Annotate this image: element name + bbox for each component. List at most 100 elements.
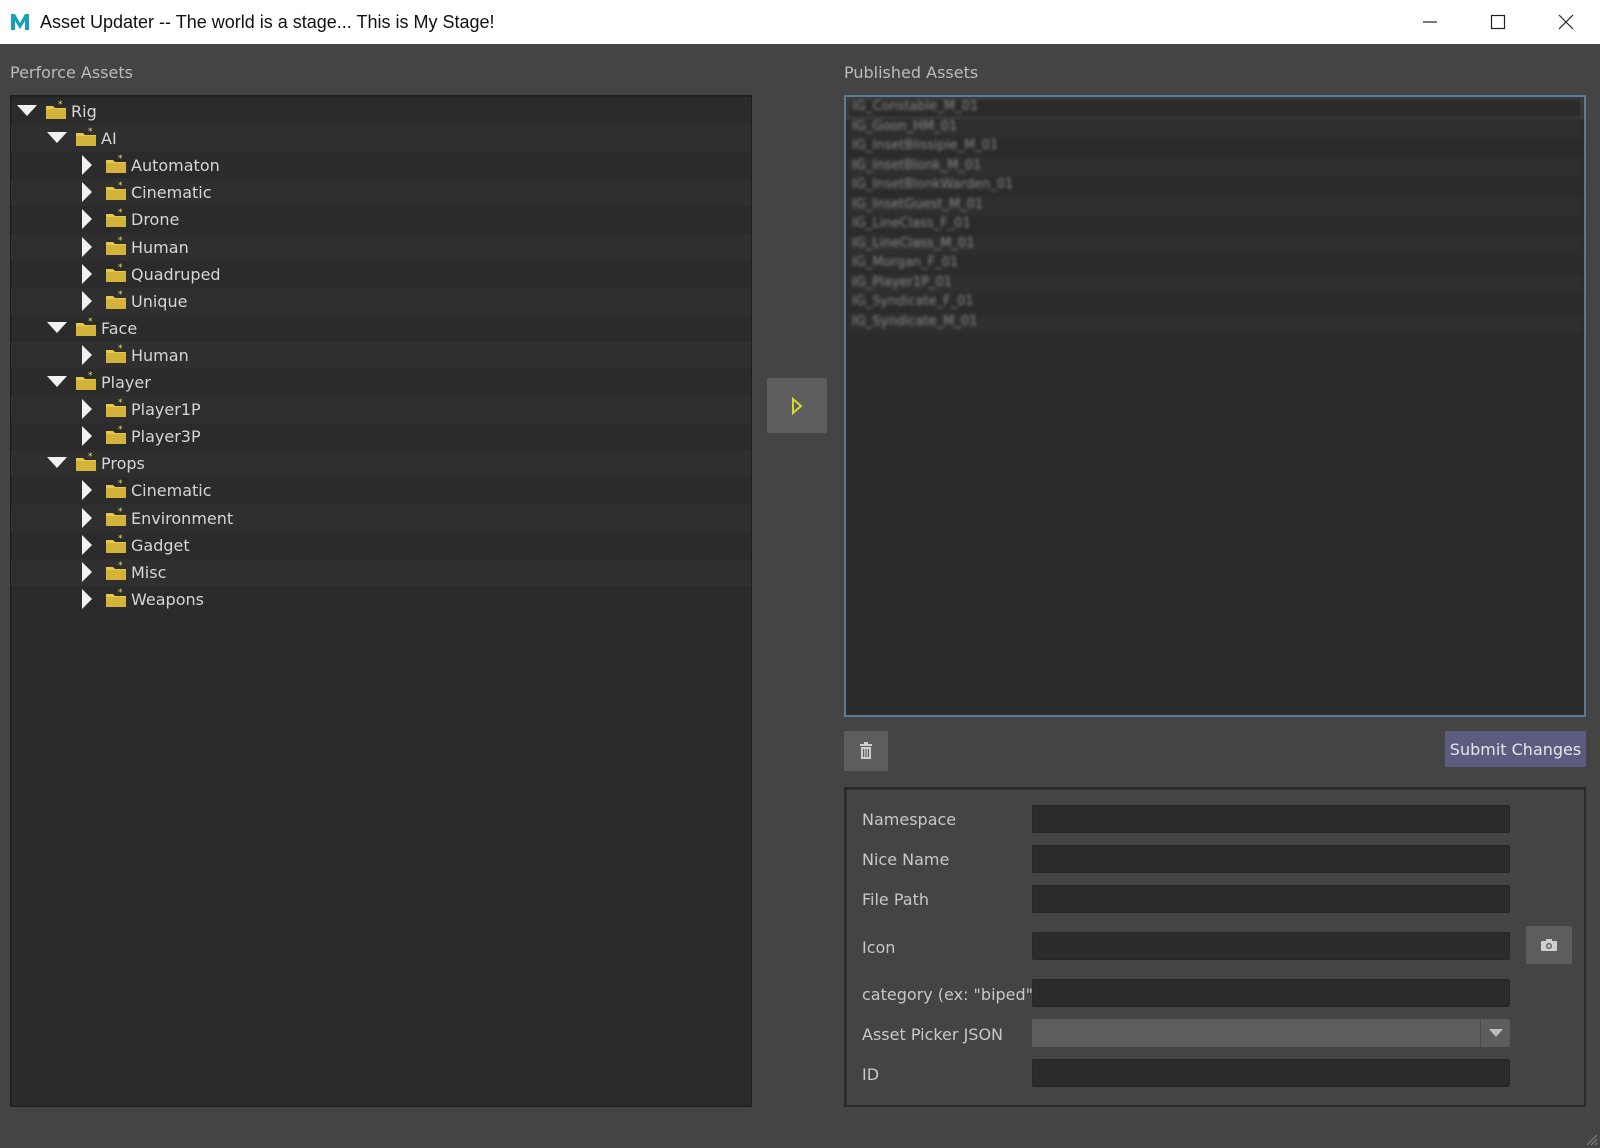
close-icon	[1558, 14, 1574, 30]
folder-icon: *	[75, 317, 97, 337]
tree-item-label: Unique	[131, 291, 188, 311]
category-input[interactable]	[1032, 979, 1510, 1007]
tree-item-label: Player	[101, 373, 151, 392]
tree-item[interactable]: * Cinematic	[11, 477, 751, 504]
published-asset-item[interactable]: IG_Goon_HM_01	[848, 118, 1582, 138]
tree-item-label: Rig	[71, 102, 97, 121]
tree-item-label: Props	[101, 454, 145, 474]
tree-item[interactable]: * Automaton	[11, 152, 751, 179]
maya-app-icon	[8, 10, 32, 34]
nice-name-label: Nice Name	[862, 850, 950, 869]
icon-label: Icon	[862, 938, 896, 957]
tree-item[interactable]: * Quadruped	[11, 261, 751, 288]
expanded-arrow-icon[interactable]	[47, 453, 67, 473]
tree-item-label: Human	[131, 345, 189, 365]
published-asset-item[interactable]: IG_Constable_M_01	[847, 98, 1583, 119]
collapsed-arrow-icon[interactable]	[77, 182, 97, 203]
collapsed-arrow-icon[interactable]	[77, 209, 97, 230]
id-input[interactable]	[1032, 1059, 1510, 1087]
collapsed-arrow-icon[interactable]	[77, 236, 97, 257]
svg-text:*: *	[118, 534, 123, 544]
collapsed-arrow-icon[interactable]	[77, 480, 97, 501]
expanded-arrow-icon[interactable]	[47, 318, 67, 338]
published-asset-item[interactable]: IG_LineClass_M_01	[848, 235, 1582, 255]
svg-text:*: *	[88, 452, 93, 462]
publish-arrow-button[interactable]	[767, 378, 827, 433]
tree-item[interactable]: * Player3P	[11, 423, 751, 450]
folder-icon: *	[105, 263, 127, 283]
tree-item[interactable]: * Rig	[11, 98, 751, 125]
tree-item[interactable]: * Misc	[11, 558, 751, 586]
collapsed-arrow-icon[interactable]	[77, 534, 97, 555]
tree-item[interactable]: * Drone	[11, 206, 751, 233]
collapsed-arrow-icon[interactable]	[77, 588, 97, 609]
published-asset-item[interactable]: IG_Syndicate_M_01	[848, 313, 1582, 333]
collapsed-arrow-icon[interactable]	[77, 290, 97, 311]
dropdown-arrow[interactable]	[1480, 1019, 1510, 1047]
tree-item-label: Gadget	[131, 535, 190, 555]
svg-text:*: *	[88, 371, 93, 381]
icon-browse-button[interactable]	[1526, 926, 1572, 964]
namespace-input[interactable]	[1032, 805, 1510, 833]
expanded-arrow-icon[interactable]	[17, 101, 37, 121]
expanded-arrow-icon[interactable]	[47, 128, 67, 148]
published-asset-item[interactable]: IG_InsetBlissipie_M_01	[848, 138, 1582, 157]
collapsed-arrow-icon[interactable]	[77, 561, 97, 582]
folder-icon: *	[45, 100, 67, 120]
tree-item[interactable]: * Human	[11, 341, 751, 369]
tree-item[interactable]: * Face	[11, 315, 751, 342]
tree-item[interactable]: * Cinematic	[11, 179, 751, 207]
perforce-tree[interactable]: * Rig * AI * Automaton * Cinematic * Drone * Human *…	[10, 95, 752, 1107]
tree-item[interactable]: * Weapons	[11, 586, 751, 613]
asset-picker-json-dropdown[interactable]	[1032, 1019, 1510, 1047]
file-path-input[interactable]	[1032, 885, 1510, 913]
icon-input[interactable]	[1032, 932, 1510, 960]
resize-grip-icon[interactable]	[1582, 1130, 1598, 1146]
svg-text:*: *	[118, 507, 123, 517]
svg-text:*: *	[88, 317, 93, 327]
tree-item[interactable]: * Player	[11, 369, 751, 396]
published-asset-item[interactable]: IG_Morgan_F_01	[848, 255, 1582, 274]
published-assets-list[interactable]: IG_Constable_M_01 IG_Goon_HM_01 IG_InsetBl…	[844, 95, 1586, 717]
trash-icon	[860, 742, 872, 759]
published-asset-item[interactable]: IG_Player1P_01	[848, 274, 1582, 294]
published-asset-item[interactable]: IG_Syndicate_F_01	[848, 294, 1582, 313]
svg-text:*: *	[118, 588, 123, 598]
collapsed-arrow-icon[interactable]	[77, 344, 97, 365]
published-asset-item[interactable]: IG_InsetBlonkWarden_01	[848, 177, 1582, 196]
folder-icon: *	[105, 344, 127, 364]
submit-changes-button[interactable]: Submit Changes	[1445, 731, 1586, 767]
tree-item[interactable]: * Human	[11, 233, 751, 261]
collapsed-arrow-icon[interactable]	[77, 507, 97, 528]
tree-item[interactable]: * Environment	[11, 504, 751, 532]
tree-item[interactable]: * Unique	[11, 287, 751, 315]
tree-item[interactable]: * Player1P	[11, 396, 751, 424]
maximize-icon	[1490, 14, 1506, 30]
close-button[interactable]	[1532, 0, 1600, 44]
tree-item[interactable]: * Gadget	[11, 532, 751, 559]
collapsed-arrow-icon[interactable]	[77, 399, 97, 420]
published-asset-item[interactable]: IG_InsetGuest_M_01	[848, 196, 1582, 216]
play-arrow-icon	[792, 396, 803, 415]
expanded-arrow-icon[interactable]	[47, 372, 67, 392]
folder-icon: *	[105, 290, 127, 310]
svg-text:*: *	[118, 263, 123, 273]
folder-icon: *	[105, 561, 127, 581]
minimize-button[interactable]	[1396, 0, 1464, 44]
folder-icon: *	[105, 208, 127, 228]
folder-icon: *	[105, 588, 127, 608]
svg-text:*: *	[118, 208, 123, 218]
published-asset-item[interactable]: IG_InsetBlonk_M_01	[848, 157, 1582, 177]
published-asset-item[interactable]: IG_LineClass_F_01	[848, 216, 1582, 235]
tree-item[interactable]: * AI	[11, 125, 751, 153]
collapsed-arrow-icon[interactable]	[77, 263, 97, 284]
collapsed-arrow-icon[interactable]	[77, 426, 97, 447]
delete-button[interactable]	[844, 731, 888, 771]
svg-text:*: *	[118, 344, 123, 354]
tree-item[interactable]: * Props	[11, 450, 751, 478]
nice-name-input[interactable]	[1032, 845, 1510, 873]
maximize-button[interactable]	[1464, 0, 1532, 44]
file-path-label: File Path	[862, 890, 930, 909]
collapsed-arrow-icon[interactable]	[77, 155, 97, 176]
tree-item-label: Player1P	[131, 400, 201, 420]
